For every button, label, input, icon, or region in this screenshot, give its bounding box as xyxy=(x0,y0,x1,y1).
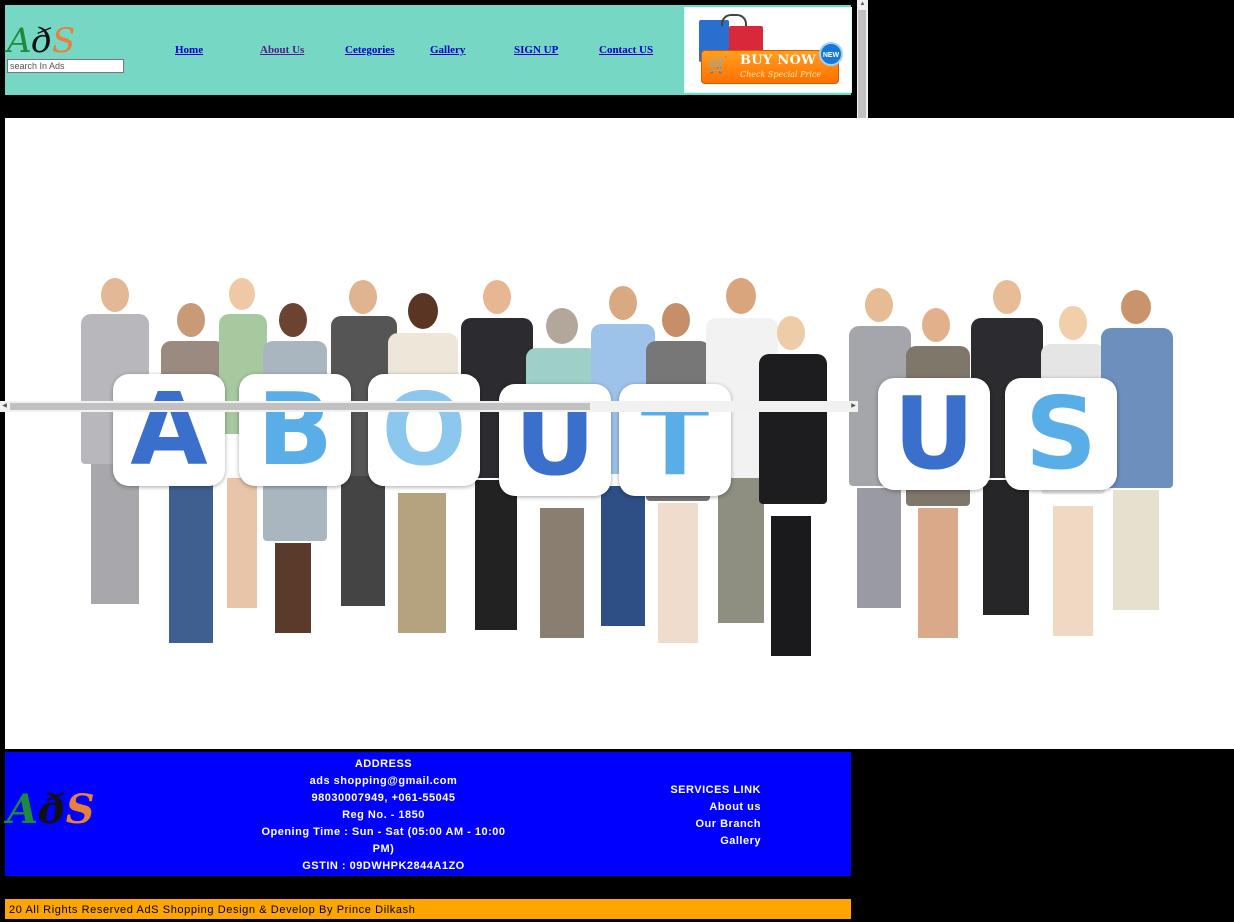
nav-categories-link[interactable]: Cetegories xyxy=(345,44,394,56)
shopping-bag-icon xyxy=(721,14,747,26)
letter-card: A xyxy=(113,374,225,486)
site-logo[interactable]: AðS xyxy=(7,23,75,59)
address-gstin: GSTIN : 09DWHPK2844A1ZO xyxy=(302,860,465,872)
letter-card: U xyxy=(878,378,990,490)
address-hours: Opening Time : Sun - Sat (05:00 AM - 10:… xyxy=(261,826,506,855)
site-header: AðS Home About Us Cetegories Gallery SIG… xyxy=(5,5,852,95)
services-link-about[interactable]: About us xyxy=(605,799,761,816)
scroll-up-arrow-icon[interactable]: ▲ xyxy=(858,0,867,9)
services-link-branch[interactable]: Our Branch xyxy=(605,816,761,833)
letter-card: S xyxy=(1005,378,1117,490)
about-us-hero-image: A B O U T U S xyxy=(5,118,1234,749)
services-links: SERVICES LINK About us Our Branch Galler… xyxy=(605,782,761,850)
search-input[interactable] xyxy=(7,59,124,73)
letter-card: O xyxy=(368,374,480,486)
address-heading: ADDRESS xyxy=(354,758,413,770)
nav-contact-link[interactable]: Contact US xyxy=(599,44,653,56)
address-reg: Reg No. - 1850 xyxy=(342,809,425,821)
address-email: ads shopping@gmail.com xyxy=(309,775,458,787)
nav-gallery-link[interactable]: Gallery xyxy=(430,44,465,56)
nav-about-link[interactable]: About Us xyxy=(260,44,304,56)
address-phone: 98030007949, +061-55045 xyxy=(311,792,456,804)
copyright-bar: 20 All Rights Reserved AdS Shopping Desi… xyxy=(5,899,851,919)
buy-now-banner[interactable]: 🛒 BUY NOW Check Special Price NEW xyxy=(684,7,852,93)
address-block: ADDRESS ads shopping@gmail.com 980300079… xyxy=(260,756,507,875)
nav-home-link[interactable]: Home xyxy=(175,44,203,56)
services-heading: SERVICES LINK xyxy=(670,784,761,796)
scrollbar-thumb[interactable] xyxy=(10,403,590,410)
horizontal-scrollbar[interactable]: ◀ ▶ xyxy=(0,401,858,412)
cart-icon: 🛒 xyxy=(708,57,728,74)
person-figure xyxy=(753,316,833,661)
scroll-right-arrow-icon[interactable]: ▶ xyxy=(849,401,858,412)
nav-signup-link[interactable]: SIGN UP xyxy=(514,44,558,56)
services-link-gallery[interactable]: Gallery xyxy=(605,833,761,850)
site-footer: AðS ADDRESS ads shopping@gmail.com 98030… xyxy=(5,752,851,876)
letter-card: B xyxy=(239,374,351,486)
footer-logo[interactable]: AðS xyxy=(7,788,95,832)
scroll-left-arrow-icon[interactable]: ◀ xyxy=(0,401,9,412)
new-badge: NEW xyxy=(819,42,843,66)
